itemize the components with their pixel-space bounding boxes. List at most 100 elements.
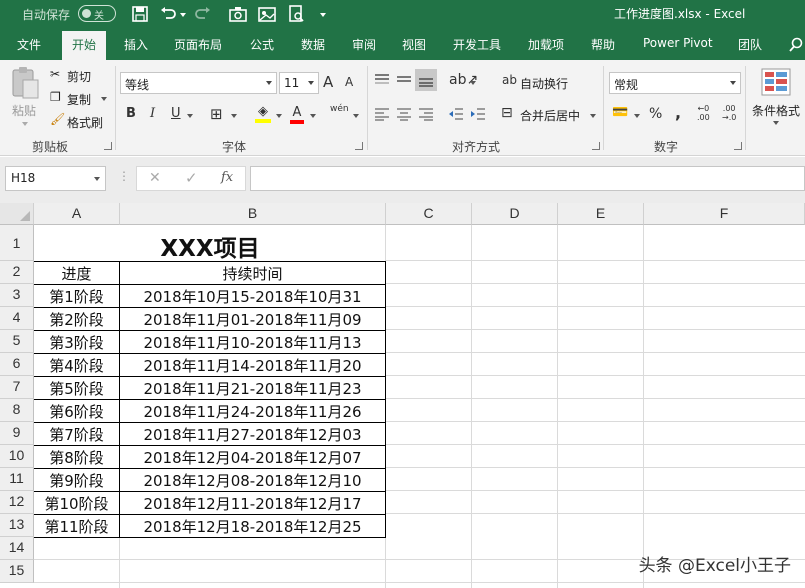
row-header-10[interactable]: 10: [0, 445, 34, 468]
tab-help[interactable]: 帮助: [591, 36, 615, 53]
formula-input[interactable]: [250, 166, 805, 191]
stage-cell[interactable]: 第10阶段: [34, 492, 119, 514]
duration-cell[interactable]: 2018年11月21-2018年11月23: [120, 377, 385, 399]
duration-cell[interactable]: 2018年10月15-2018年10月31: [120, 285, 385, 307]
comma-style-button[interactable]: ,: [675, 103, 681, 122]
duration-cell[interactable]: 2018年12月11-2018年12月17: [120, 492, 385, 514]
select-all-corner[interactable]: [0, 203, 34, 225]
tab-developer[interactable]: 开发工具: [453, 36, 501, 53]
format-painter-button[interactable]: 格式刷: [67, 114, 103, 131]
column-header-e[interactable]: E: [558, 203, 644, 225]
paste-dropdown-icon[interactable]: [22, 122, 28, 126]
column-header-d[interactable]: D: [472, 203, 558, 225]
tab-insert[interactable]: 插入: [124, 36, 148, 53]
clipboard-launcher-icon[interactable]: [104, 142, 112, 150]
copy-button[interactable]: 复制: [67, 91, 91, 108]
tab-data[interactable]: 数据: [301, 36, 325, 53]
tab-home[interactable]: 开始: [62, 31, 107, 60]
customize-quick-access-icon[interactable]: [320, 13, 326, 17]
accounting-dropdown-icon[interactable]: [634, 114, 640, 118]
align-middle-icon[interactable]: [396, 73, 412, 87]
decrease-decimal-icon[interactable]: .00 →.0: [722, 104, 736, 122]
header-cell-duration[interactable]: 持续时间: [120, 262, 385, 284]
decrease-indent-icon[interactable]: [448, 107, 464, 121]
paste-button[interactable]: 粘贴: [12, 102, 36, 119]
merge-center-button[interactable]: 合并后居中: [520, 107, 580, 124]
percent-style-button[interactable]: %: [649, 106, 662, 122]
italic-button[interactable]: I: [150, 106, 155, 121]
tab-view[interactable]: 视图: [402, 36, 426, 53]
phonetic-guide-icon[interactable]: wén: [330, 104, 349, 114]
paste-icon[interactable]: [9, 66, 41, 100]
stage-cell[interactable]: 第9阶段: [34, 469, 119, 491]
worksheet-grid[interactable]: A B C D E F 1 2 3 4 5 6 7 8 9 10 11 12 1…: [0, 203, 805, 588]
orientation-icon[interactable]: ab↗: [449, 72, 478, 88]
insert-function-button[interactable]: fx: [221, 170, 233, 185]
row-header-15[interactable]: 15: [0, 560, 34, 583]
formula-bar-grip-icon[interactable]: ⋮: [118, 169, 130, 183]
column-header-a[interactable]: A: [34, 203, 120, 225]
row-header-7[interactable]: 7: [0, 376, 34, 399]
row-header-4[interactable]: 4: [0, 307, 34, 330]
confirm-entry-icon[interactable]: ✓: [185, 169, 198, 187]
conditional-formatting-button[interactable]: 条件格式: [752, 102, 800, 119]
save-icon[interactable]: [130, 4, 150, 24]
row-header-2[interactable]: 2: [0, 261, 34, 284]
header-cell-progress[interactable]: 进度: [34, 262, 119, 284]
number-format-combo[interactable]: 常规: [609, 72, 741, 94]
align-center-icon[interactable]: [396, 107, 412, 121]
duration-cell[interactable]: 2018年11月10-2018年11月13: [120, 331, 385, 353]
column-header-b[interactable]: B: [120, 203, 386, 225]
number-format-dropdown-icon[interactable]: [730, 81, 736, 85]
tab-add-ins[interactable]: 加载项: [528, 36, 564, 53]
stage-cell[interactable]: 第3阶段: [34, 331, 119, 353]
search-icon[interactable]: [789, 37, 805, 53]
undo-dropdown-icon[interactable]: [180, 13, 186, 17]
photo-album-icon[interactable]: [257, 4, 277, 24]
stage-cell[interactable]: 第1阶段: [34, 285, 119, 307]
font-name-combo[interactable]: 等线: [120, 72, 277, 94]
stage-cell[interactable]: 第7阶段: [34, 423, 119, 445]
wrap-text-icon[interactable]: ab: [502, 73, 517, 87]
duration-cell[interactable]: 2018年11月27-2018年12月03: [120, 423, 385, 445]
number-launcher-icon[interactable]: [734, 142, 742, 150]
grow-font-button[interactable]: A: [323, 73, 333, 91]
copy-icon[interactable]: ❐: [50, 90, 61, 104]
tab-formulas[interactable]: 公式: [250, 36, 274, 53]
duration-cell[interactable]: 2018年12月18-2018年12月25: [120, 515, 385, 537]
bold-button[interactable]: B: [126, 106, 136, 121]
conditional-formatting-icon[interactable]: [761, 68, 791, 96]
column-header-f[interactable]: F: [644, 203, 805, 225]
copy-dropdown-icon[interactable]: [101, 97, 107, 101]
row-header-8[interactable]: 8: [0, 399, 34, 422]
increase-decimal-icon[interactable]: ←0.00: [697, 104, 710, 122]
fill-color-dropdown-icon[interactable]: [276, 114, 282, 118]
increase-indent-icon[interactable]: [470, 107, 486, 121]
print-preview-icon[interactable]: [286, 4, 306, 24]
tab-team[interactable]: 团队: [738, 36, 762, 53]
align-top-icon[interactable]: [374, 73, 390, 87]
duration-cell[interactable]: 2018年12月08-2018年12月10: [120, 469, 385, 491]
fill-color-icon[interactable]: ◈: [255, 104, 271, 123]
merge-dropdown-icon[interactable]: [590, 114, 596, 118]
font-launcher-icon[interactable]: [355, 142, 363, 150]
stage-cell[interactable]: 第11阶段: [34, 515, 119, 537]
font-name-dropdown-icon[interactable]: [266, 81, 272, 85]
duration-cell[interactable]: 2018年11月01-2018年11月09: [120, 308, 385, 330]
duration-cell[interactable]: 2018年11月24-2018年11月26: [120, 400, 385, 422]
tab-file[interactable]: 文件: [17, 36, 41, 53]
tab-page-layout[interactable]: 页面布局: [174, 36, 222, 53]
row-header-13[interactable]: 13: [0, 514, 34, 537]
borders-icon[interactable]: ⊞: [210, 105, 223, 123]
stage-cell[interactable]: 第2阶段: [34, 308, 119, 330]
wrap-text-button[interactable]: 自动换行: [520, 75, 568, 92]
duration-cell[interactable]: 2018年12月04-2018年12月07: [120, 446, 385, 468]
row-header-14[interactable]: 14: [0, 537, 34, 560]
row-header-11[interactable]: 11: [0, 468, 34, 491]
row-header-6[interactable]: 6: [0, 353, 34, 376]
row-header-3[interactable]: 3: [0, 284, 34, 307]
align-bottom-button[interactable]: [415, 69, 437, 91]
font-size-combo[interactable]: 11: [279, 72, 319, 94]
font-color-icon[interactable]: A: [290, 105, 304, 124]
stage-cell[interactable]: 第5阶段: [34, 377, 119, 399]
